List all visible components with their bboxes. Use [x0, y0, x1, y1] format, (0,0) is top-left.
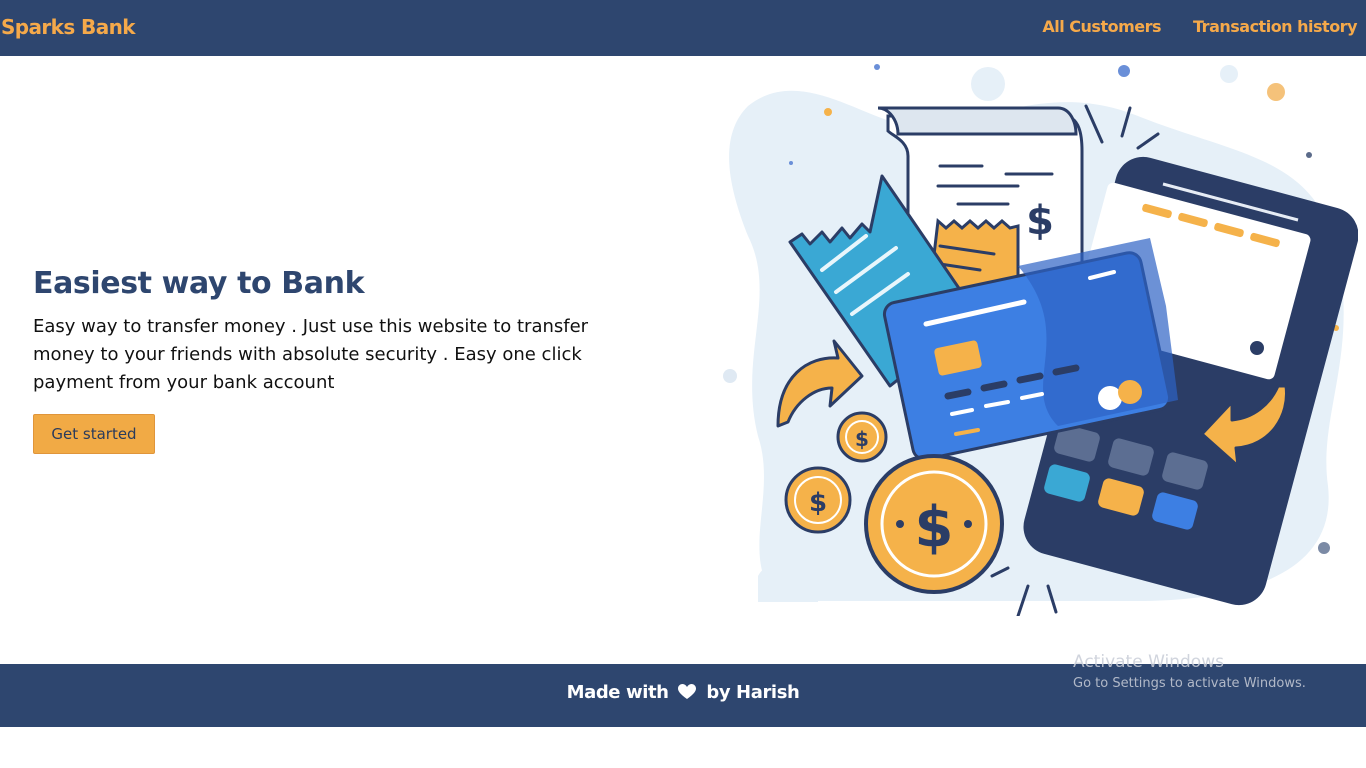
footer-prefix: Made with — [566, 682, 669, 703]
hero-title: Easiest way to Bank — [33, 266, 365, 301]
nav-links: All Customers Transaction history — [1042, 17, 1357, 36]
coin-small-icon: $ — [836, 411, 888, 463]
receipt-dollar-icon: $ — [1026, 198, 1054, 244]
nav-link-transaction-history[interactable]: Transaction history — [1193, 17, 1357, 36]
nav-link-all-customers[interactable]: All Customers — [1042, 17, 1161, 36]
banking-illustration: $ $ $ $ — [723, 64, 1358, 616]
hero-description: Easy way to transfer money . Just use th… — [33, 316, 589, 393]
svg-text:$: $ — [809, 488, 827, 518]
coin-large-icon: $ — [864, 454, 1004, 594]
footer-credit: Made with by Harish — [0, 682, 1366, 705]
svg-text:$: $ — [915, 495, 954, 560]
navbar: Sparks Bank All Customers Transaction hi… — [0, 0, 1366, 56]
footer-suffix: by Harish — [706, 682, 800, 703]
get-started-button[interactable]: Get started — [33, 414, 155, 454]
brand-logo[interactable]: Sparks Bank — [1, 15, 136, 39]
heart-icon — [678, 684, 697, 705]
svg-text:$: $ — [855, 427, 869, 451]
hero-section: Easiest way to Bank Easy way to transfer… — [33, 266, 633, 454]
coin-medium-icon: $ — [784, 466, 852, 534]
footer: Made with by Harish — [0, 664, 1366, 727]
